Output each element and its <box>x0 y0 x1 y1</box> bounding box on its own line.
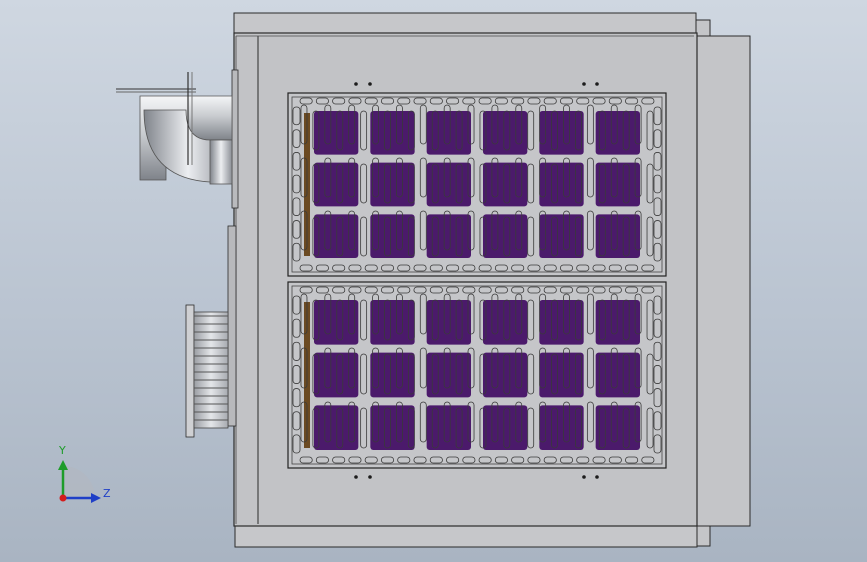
coil-block <box>483 162 528 207</box>
coil-block <box>426 352 471 398</box>
coordinate-triad-icon: Y Z <box>58 444 111 503</box>
coil-block <box>483 214 528 258</box>
coil-block <box>483 405 528 450</box>
coil-block <box>595 214 640 258</box>
bottom-rail <box>234 525 698 548</box>
coil-block <box>426 405 471 450</box>
finned-motor <box>185 225 237 438</box>
coil-block <box>595 162 640 207</box>
coil-block <box>483 111 528 155</box>
coil-block <box>595 111 640 155</box>
coil-block <box>314 352 359 398</box>
coil-block <box>483 352 528 398</box>
coil-block <box>595 300 640 345</box>
coil-block <box>314 162 359 207</box>
axis-label-z: Z <box>103 487 111 500</box>
coil-block <box>483 300 528 345</box>
grille-panel-bottom <box>287 281 667 469</box>
axis-label-y: Y <box>58 444 66 457</box>
coil-block <box>426 214 471 258</box>
cad-viewport[interactable]: Y Z <box>0 0 867 562</box>
coil-block <box>314 111 359 155</box>
coil-block <box>426 162 471 207</box>
coil-block <box>595 352 640 398</box>
elbow-pipe <box>116 69 239 209</box>
coil-block <box>426 300 471 345</box>
coil-block <box>314 300 359 345</box>
motor-body <box>193 311 229 429</box>
coil-block <box>595 405 640 450</box>
coil-block <box>314 405 359 450</box>
coil-block <box>314 214 359 258</box>
grille-panel-top <box>287 92 667 277</box>
coil-block <box>426 111 471 155</box>
rear-flange <box>695 19 751 547</box>
top-rail <box>233 12 697 34</box>
